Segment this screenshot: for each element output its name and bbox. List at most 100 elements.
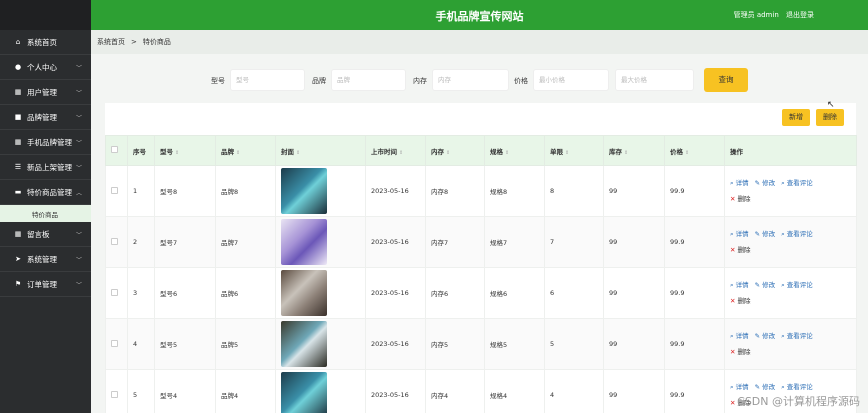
home-icon: ⌂ [15,38,21,46]
row-delete-button[interactable]: ✕ 删除 [730,195,750,203]
sidebar-item-sidebar-items-3[interactable]: ■ 品牌管理 ﹀ [0,105,91,130]
product-cover-image[interactable] [281,321,327,367]
sidebar-item-sidebar-items-4[interactable]: ▦ 手机品牌管理 ﹀ [0,130,91,155]
sidebar-item-sidebar-items2-0[interactable]: ▦ 留言板 ﹀ [0,222,91,247]
max-price-input[interactable]: 最大价格 [615,69,694,91]
cell-spec: 规格5 [484,318,545,370]
brand-input[interactable]: 品牌 [331,69,406,91]
action-label: 详情 [735,179,749,187]
action-label: 修改 [762,332,776,340]
action-label: 删除 [737,246,751,254]
row-delete-button[interactable]: ✕ 删除 [730,246,750,254]
cell-price: 99.9 [664,165,725,217]
column-header[interactable]: 上市时间 ⇕ [365,135,426,166]
column-header[interactable]: 内存 ⇕ [425,135,485,166]
sort-icon[interactable]: ⇕ [685,150,689,156]
column-header[interactable] [105,135,128,166]
cell-model: 型号5 [154,318,216,370]
row-delete-button[interactable]: ✕ 删除 [730,348,750,356]
close-icon: ✕ [730,195,736,203]
action-label: 查看评论 [786,281,813,289]
breadcrumb-home[interactable]: 系统首页 [97,37,125,47]
min-price-input[interactable]: 最小价格 [533,69,609,91]
sort-icon[interactable]: ⇕ [446,150,450,156]
view-reviews-button[interactable]: ⌕ 查看评论 [781,328,813,344]
sidebar-item-sidebar-items-0[interactable]: ⌂ 系统首页 [0,30,91,55]
column-header[interactable]: 规格 ⇕ [484,135,545,166]
watermark: CSDN @计算机程序源码 [737,395,860,408]
detail-button[interactable]: ⌕ 详情 [730,175,749,191]
sidebar-item-sidebar-items-6[interactable]: ▬ 特价商品管理 ︿ [0,180,91,205]
sort-icon[interactable]: ⇕ [296,150,300,156]
sort-icon[interactable]: ⇕ [175,150,179,156]
breadcrumb-current: 特价商品 [142,38,171,46]
column-header[interactable]: 品牌 ⇕ [215,135,276,166]
chevron-down-icon: ﹀ [75,140,82,147]
sort-icon[interactable]: ⇕ [505,150,509,156]
sidebar-item-sidebar-items-1[interactable]: ● 个人中心 ﹀ [0,55,91,80]
column-header-label: 规格 [490,147,503,156]
column-header[interactable]: 单限 ⇕ [544,135,604,166]
pencil-icon: ✎ [754,281,761,289]
cell-date: 2023-05-16 [365,216,426,268]
sort-icon[interactable]: ⇕ [624,150,628,156]
column-header[interactable]: 型号 ⇕ [154,135,216,166]
column-header[interactable]: 价格 ⇕ [664,135,725,166]
table-header-row: 序号 型号 ⇕ 品牌 ⇕ 封面 ⇕ 上市时间 ⇕ 内存 ⇕ 规格 ⇕ 单限 ⇕ 库存 ⇕ 价格 ⇕ 操作 [105,135,857,166]
detail-button[interactable]: ⌕ 详情 [730,328,749,344]
logout-link[interactable]: 退出登录 [786,11,814,19]
edit-button[interactable]: ✎ 修改 [755,226,775,242]
detail-button[interactable]: ⌕ 详情 [730,277,749,293]
cell-model: 型号8 [154,165,216,217]
add-button[interactable]: 新增 [782,109,810,126]
cell-price: 99.9 [664,318,725,370]
sliders-icon: ☰ [14,163,22,171]
detail-button[interactable]: ⌕ 详情 [730,226,749,242]
row-checkbox[interactable] [111,186,118,194]
product-cover-image[interactable] [281,372,327,413]
sort-icon[interactable]: ⇕ [236,150,240,156]
cell-limit: 6 [544,267,604,319]
row-checkbox[interactable] [111,237,118,245]
search-icon: ⌕ [730,332,734,340]
query-button[interactable]: 查询 [704,68,748,92]
row-checkbox[interactable] [111,339,118,347]
edit-button[interactable]: ✎ 修改 [755,277,775,293]
product-cover-image[interactable] [281,168,327,214]
cell-limit: 4 [544,369,604,413]
cover-cell [275,165,366,217]
sidebar-item-sidebar-items2-2[interactable]: ⚑ 订单管理 ﹀ [0,272,91,297]
breadcrumb: 系统首页 > 特价商品 [91,30,868,54]
view-reviews-button[interactable]: ⌕ 查看评论 [781,175,813,191]
select-all-checkbox[interactable] [111,146,118,153]
sort-icon[interactable]: ⇕ [399,150,403,156]
action-label: 详情 [735,332,749,340]
model-input[interactable]: 型号 [230,69,305,91]
sidebar-subitem-special-goods[interactable]: 特价商品 [0,205,91,222]
row-checkbox[interactable] [111,288,118,296]
row-checkbox[interactable] [111,390,118,398]
view-reviews-button[interactable]: ⌕ 查看评论 [781,277,813,293]
sidebar-item-sidebar-items-2[interactable]: ▦ 用户管理 ﹀ [0,80,91,105]
cell-memory: 内存7 [425,216,485,268]
row-delete-button[interactable]: ✕ 删除 [730,297,750,305]
column-header[interactable]: 序号 [127,135,155,166]
edit-button[interactable]: ✎ 修改 [755,328,775,344]
send-icon: ➤ [15,255,21,263]
memory-input[interactable]: 内存 [432,69,509,91]
column-header[interactable]: 封面 ⇕ [275,135,366,166]
sidebar-item-sidebar-items-5[interactable]: ☰ 新品上架管理 ﹀ [0,155,91,180]
column-header: 操作 [724,135,857,166]
product-cover-image[interactable] [281,219,327,265]
column-header[interactable]: 库存 ⇕ [603,135,665,166]
delete-button[interactable]: 删除 [816,109,844,126]
search-icon: ⌕ [730,179,734,187]
actions-cell: ⌕ 详情 ✎ 修改 ⌕ 查看评论 ✕ 删除 [724,216,857,268]
pencil-icon: ✎ [754,230,761,238]
product-cover-image[interactable] [281,270,327,316]
view-reviews-button[interactable]: ⌕ 查看评论 [781,226,813,242]
sort-icon[interactable]: ⇕ [565,150,569,156]
search-bar: 型号 型号 品牌 品牌 内存 内存 价格 最小价格 最大价格 查询 [91,54,868,102]
sidebar-item-sidebar-items2-1[interactable]: ➤ 系统管理 ﹀ [0,247,91,272]
edit-button[interactable]: ✎ 修改 [755,175,775,191]
